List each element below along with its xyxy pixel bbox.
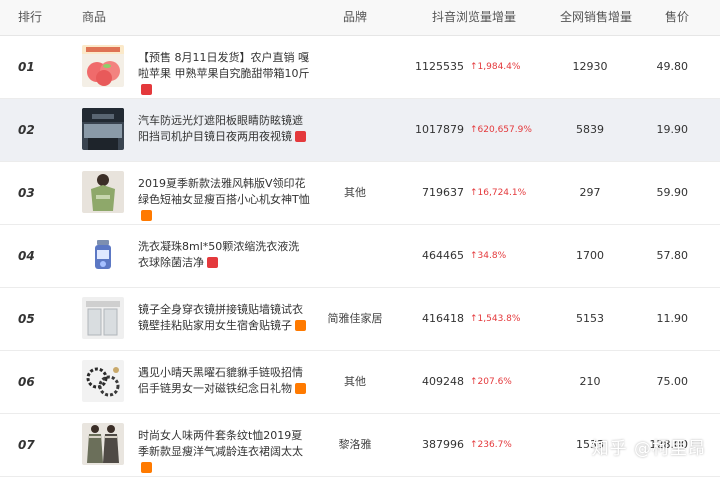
views-cell: 416418 [422, 312, 464, 325]
views-cell: 1125535 [415, 60, 464, 73]
product-title[interactable]: 2019夏季新款法雅风韩版V领印花绿色短袖女显瘦百搭小心机女神T恤 [138, 176, 310, 224]
rank-number: 05 [18, 312, 35, 326]
price-cell: 11.90 [656, 312, 689, 325]
tshirt-thumb[interactable] [82, 171, 124, 213]
rank-number: 04 [18, 249, 35, 263]
product-title[interactable]: 遇见小晴天黑曜石貔貅手链吸招情侣手链男女一对磁铁纪念日礼物 [138, 365, 310, 397]
table-row[interactable]: 04 洗衣凝珠8ml*50颗浓缩洗衣液洗衣球除菌洁净 464465 ↑34.8%… [0, 225, 720, 288]
growth-cell: ↑620,657.9% [470, 125, 532, 135]
sales-cell: 5839 [576, 123, 604, 136]
header-product: 商品 [82, 10, 107, 24]
growth-cell: ↑16,724.1% [470, 188, 527, 198]
sales-cell: 210 [579, 375, 601, 388]
mirror-thumb[interactable] [82, 297, 124, 339]
table-row[interactable]: 06 遇见小晴天黑曜石貔貅手链吸招情侣手链男女一对磁铁纪念日礼物 其他 4092… [0, 351, 720, 414]
dress-thumb[interactable] [82, 423, 124, 465]
tmall-icon [207, 257, 218, 268]
header-brand: 品牌 [343, 10, 368, 24]
rank-number: 06 [18, 375, 35, 389]
rank-number: 01 [18, 60, 35, 74]
apple-product-thumb[interactable] [82, 45, 124, 87]
price-cell: 19.90 [656, 123, 689, 136]
header-sales[interactable]: 全网销售增量 [560, 0, 632, 35]
brand-cell: 其他 [344, 186, 366, 199]
rank-number: 03 [18, 186, 35, 200]
views-cell: 387996 [422, 438, 464, 451]
sales-cell: 12930 [572, 60, 608, 73]
brand-cell: 其他 [344, 375, 366, 388]
sales-cell: 5153 [576, 312, 604, 325]
laundry-pod-thumb[interactable] [82, 234, 124, 276]
growth-cell: ↑1,984.4% [470, 62, 521, 72]
views-cell: 464465 [422, 249, 464, 262]
sales-cell: 1700 [576, 249, 604, 262]
tmall-icon [141, 84, 152, 95]
zhihu-watermark: 知乎 @柯里昂 [591, 439, 706, 459]
header-price[interactable]: 售价 [665, 0, 689, 35]
bracelet-thumb[interactable] [82, 360, 124, 402]
views-cell: 719637 [422, 186, 464, 199]
ranking-table: 排行 商品 品牌 抖音浏览量增量 全网销售增量 售价 01 【预售 8月11日发… [0, 0, 720, 477]
rank-number: 07 [18, 438, 35, 452]
table-row[interactable]: 02 汽车防远光灯遮阳板眼睛防眩镜遮阳挡司机护目镜日夜两用夜视镜 1017879… [0, 99, 720, 162]
product-title[interactable]: 时尚女人味两件套条纹t恤2019夏季新款显瘦洋气减龄连衣裙阔太太 [138, 428, 310, 476]
product-title[interactable]: 【预售 8月11日发货】农户直销 嘎啦苹果 甲熟苹果自究脆甜带箱10斤 [138, 50, 310, 98]
growth-cell: ↑236.7% [470, 440, 512, 450]
sales-cell: 297 [579, 186, 601, 199]
product-title[interactable]: 镜子全身穿衣镜拼接镜贴墙镜试衣镜壁挂粘贴家用女生宿舍贴镜子 [138, 302, 310, 334]
views-cell: 409248 [422, 375, 464, 388]
rank-number: 02 [18, 123, 35, 137]
car-visor-thumb[interactable] [82, 108, 124, 150]
brand-cell: 简雅佳家居 [327, 312, 383, 325]
taobao-icon [141, 462, 152, 473]
growth-cell: ↑207.6% [470, 377, 512, 387]
table-row[interactable]: 05 镜子全身穿衣镜拼接镜贴墙镜试衣镜壁挂粘贴家用女生宿舍贴镜子 简雅佳家居 4… [0, 288, 720, 351]
table-header: 排行 商品 品牌 抖音浏览量增量 全网销售增量 售价 [0, 0, 720, 36]
price-cell: 57.80 [656, 249, 689, 262]
header-views[interactable]: 抖音浏览量增量 [432, 0, 516, 35]
growth-cell: ↑34.8% [470, 251, 507, 261]
table-row[interactable]: 01 【预售 8月11日发货】农户直销 嘎啦苹果 甲熟苹果自究脆甜带箱10斤 1… [0, 36, 720, 99]
header-rank: 排行 [18, 10, 43, 24]
taobao-icon [141, 210, 152, 221]
tmall-icon [295, 131, 306, 142]
product-title[interactable]: 汽车防远光灯遮阳板眼睛防眩镜遮阳挡司机护目镜日夜两用夜视镜 [138, 113, 310, 145]
product-title[interactable]: 洗衣凝珠8ml*50颗浓缩洗衣液洗衣球除菌洁净 [138, 239, 310, 271]
table-row[interactable]: 03 2019夏季新款法雅风韩版V领印花绿色短袖女显瘦百搭小心机女神T恤 其他 … [0, 162, 720, 225]
views-cell: 1017879 [415, 123, 464, 136]
price-cell: 75.00 [656, 375, 689, 388]
growth-cell: ↑1,543.8% [470, 314, 521, 324]
price-cell: 59.90 [656, 186, 689, 199]
brand-cell: 黎洛雅 [338, 438, 372, 451]
price-cell: 49.80 [656, 60, 689, 73]
